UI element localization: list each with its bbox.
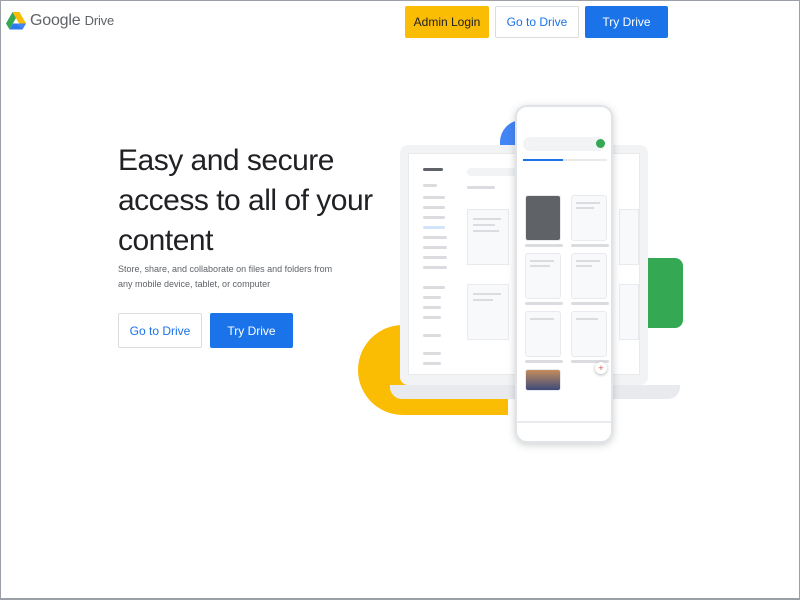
mock-line [576, 207, 594, 209]
mock-line [576, 202, 600, 204]
mock-phone-active-tab [523, 159, 563, 161]
drive-logo-icon [6, 12, 26, 30]
mock-line [473, 218, 501, 220]
mock-tile-label [525, 244, 563, 247]
mock-photo-tile [525, 195, 561, 241]
mock-heading [467, 186, 495, 189]
mock-line [473, 299, 493, 301]
admin-login-button[interactable]: Admin Login [405, 6, 489, 38]
mock-tile-label [571, 244, 609, 247]
plus-icon: + [595, 362, 607, 374]
mock-search-bar [467, 168, 517, 176]
mock-tile-label [525, 360, 563, 363]
header-go-to-drive-button[interactable]: Go to Drive [495, 6, 579, 38]
mock-line [530, 265, 550, 267]
mock-file-card [619, 284, 639, 340]
mock-line [473, 230, 499, 232]
mock-file-tile [525, 311, 561, 357]
mock-sidebar-row [423, 184, 437, 187]
mock-line [473, 224, 495, 226]
mock-line [473, 293, 501, 295]
mock-phone-search-bar [523, 137, 605, 151]
google-drive-logo[interactable]: Google Drive [6, 12, 114, 30]
mock-sidebar-row [423, 216, 445, 219]
mock-sidebar-row [423, 286, 445, 289]
mock-sidebar-row [423, 236, 447, 239]
mock-sidebar-row [423, 306, 441, 309]
mock-sidebar-row [423, 206, 445, 209]
mock-file-tile [525, 253, 561, 299]
mock-tile-label [525, 302, 563, 305]
mock-sidebar-row [423, 296, 441, 299]
mock-file-card [467, 284, 509, 340]
mock-sidebar-row [423, 352, 441, 355]
hero-try-drive-button[interactable]: Try Drive [210, 313, 293, 348]
mock-file-card [467, 209, 509, 265]
mock-file-tile [571, 253, 607, 299]
logo-wordmark: Google Drive [30, 12, 114, 30]
mock-sidebar-row [423, 168, 443, 171]
logo-drive-text: Drive [84, 13, 115, 28]
mock-sidebar-row [423, 316, 441, 319]
avatar [596, 139, 605, 148]
mock-sidebar-row [423, 334, 441, 337]
mock-line [576, 318, 598, 320]
mock-file-card [619, 209, 639, 265]
hero-illustration: + [355, 100, 685, 445]
mock-photo-tile [525, 369, 561, 391]
mock-sidebar-row [423, 266, 447, 269]
mock-sidebar-row [423, 196, 445, 199]
phone-mockup: + [515, 105, 613, 443]
mock-line [530, 318, 554, 320]
mock-sidebar-row [423, 226, 445, 229]
mock-tile-label [571, 302, 609, 305]
mock-line [530, 260, 554, 262]
mock-file-tile [571, 311, 607, 357]
mock-line [576, 265, 592, 267]
logo-google-text: Google [30, 12, 81, 29]
mock-line [576, 260, 600, 262]
mock-phone-nav [517, 421, 611, 423]
mock-sidebar-row [423, 246, 447, 249]
hero-headline: Easy and secure access to all of your co… [118, 144, 373, 257]
mock-file-tile [571, 195, 607, 241]
header-try-drive-button[interactable]: Try Drive [585, 6, 668, 38]
mock-sidebar-row [423, 256, 447, 259]
mock-sidebar-row [423, 362, 441, 365]
hero-go-to-drive-button[interactable]: Go to Drive [118, 313, 202, 348]
hero-subtext: Store, share, and collaborate on files a… [118, 264, 333, 289]
decorative-green-shape [643, 258, 683, 328]
